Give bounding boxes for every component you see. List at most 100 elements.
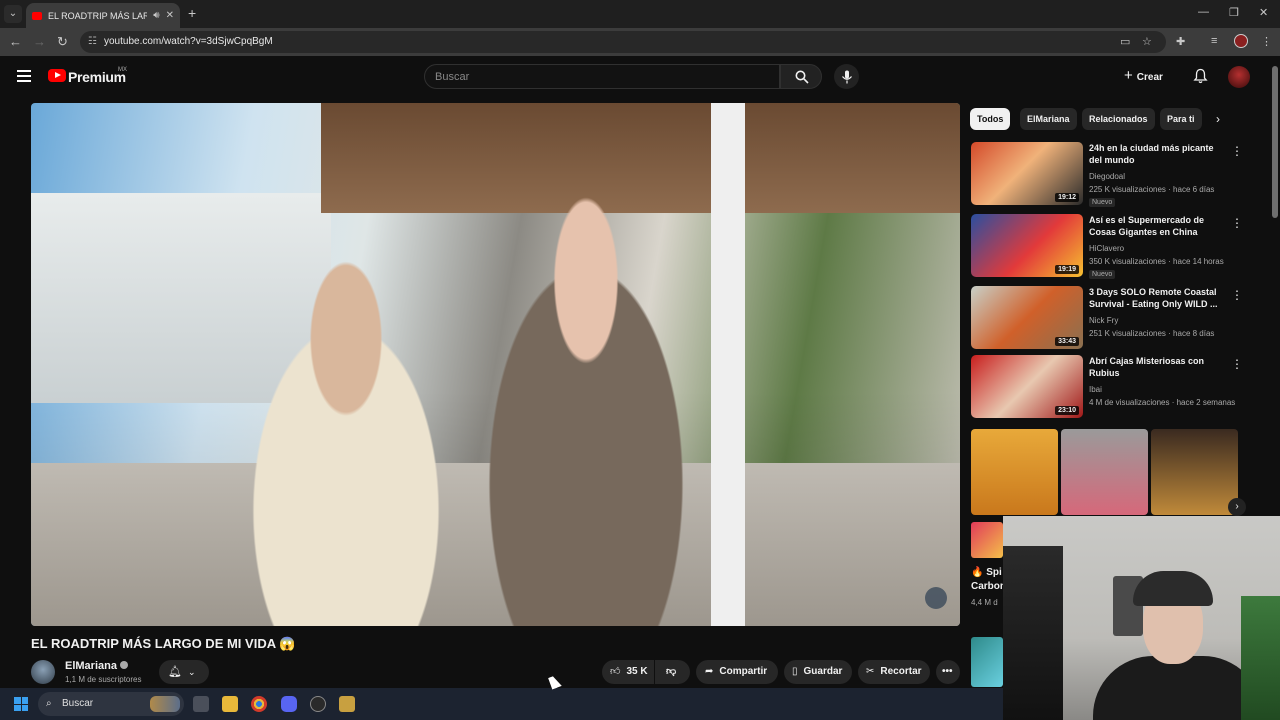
extensions-icon[interactable]: ✚ bbox=[1176, 35, 1185, 48]
recommendation-title[interactable]: 24h en la ciudad más picante del mundo bbox=[1089, 142, 1229, 166]
chevron-right-icon[interactable]: › bbox=[1228, 498, 1246, 516]
chip-elmariana[interactable]: ElMariana bbox=[1020, 108, 1077, 130]
channel-name-row[interactable]: ElMariana bbox=[65, 660, 128, 672]
more-actions-button[interactable]: ••• bbox=[936, 660, 960, 684]
recommendation-channel[interactable]: Diegodoal bbox=[1089, 172, 1125, 181]
thumbs-up-icon: 👍︎ bbox=[610, 666, 621, 677]
app-icon[interactable] bbox=[310, 696, 326, 712]
task-view-icon[interactable] bbox=[193, 696, 209, 712]
tab-title: EL ROADTRIP MÁS LARGO I bbox=[48, 10, 148, 21]
chip-para-ti[interactable]: Para ti bbox=[1160, 108, 1202, 130]
browser-menu-icon[interactable]: ⋮ bbox=[1261, 35, 1272, 48]
chrome-icon[interactable] bbox=[251, 696, 267, 712]
search-button[interactable] bbox=[780, 64, 822, 89]
minimize-icon[interactable]: — bbox=[1198, 6, 1209, 18]
create-button[interactable]: + Crear bbox=[1124, 65, 1163, 87]
recommendation-meta: 4,4 M d bbox=[971, 598, 998, 607]
video-duration: 33:43 bbox=[1055, 337, 1079, 346]
recommendation-item[interactable]: 19:19 Así es el Supermercado de Cosas Gi… bbox=[971, 214, 1266, 279]
menu-icon[interactable] bbox=[17, 70, 31, 82]
recommendation-meta: 4 M de visualizaciones · hace 2 semanas bbox=[1089, 398, 1236, 407]
video-duration: 19:12 bbox=[1055, 193, 1079, 202]
bell-icon: 🔔︎ bbox=[168, 666, 182, 678]
clip-label: Recortar bbox=[880, 666, 922, 677]
short-thumbnail[interactable] bbox=[1151, 429, 1238, 515]
search-input[interactable]: Buscar bbox=[424, 64, 780, 89]
video-duration: 23:10 bbox=[1055, 406, 1079, 415]
save-button[interactable]: ▯ Guardar bbox=[784, 660, 852, 684]
bookmark-star-icon[interactable]: ☆ bbox=[1142, 35, 1152, 48]
recommendation-title[interactable]: Abrí Cajas Misteriosas con Rubius bbox=[1089, 355, 1229, 379]
search-icon bbox=[795, 70, 809, 84]
recommendation-channel[interactable]: Ibai bbox=[1089, 385, 1102, 394]
file-explorer-icon[interactable] bbox=[222, 696, 238, 712]
screen: { "browser": { "tab_title": "EL ROADTRIP… bbox=[0, 0, 1280, 720]
video-thumbnail[interactable]: 19:19 bbox=[971, 214, 1083, 277]
channel-avatar[interactable] bbox=[31, 660, 55, 684]
recommendation-item[interactable]: 33:43 3 Days SOLO Remote Coastal Surviva… bbox=[971, 286, 1266, 350]
subscription-bell-button[interactable]: 🔔︎ ⌄ bbox=[159, 660, 209, 684]
short-thumbnail[interactable] bbox=[971, 429, 1058, 515]
like-count: 35 K bbox=[626, 666, 648, 677]
league-of-legends-icon[interactable] bbox=[339, 696, 355, 712]
close-tab-icon[interactable]: ✕ bbox=[166, 10, 174, 21]
video-player[interactable] bbox=[31, 103, 960, 626]
windows-start-icon[interactable] bbox=[14, 697, 28, 711]
video-thumbnail[interactable] bbox=[971, 637, 1003, 687]
channel-watermark-icon[interactable] bbox=[925, 587, 947, 609]
dislike-button[interactable]: 👎︎ bbox=[655, 660, 690, 684]
browser-tab[interactable]: EL ROADTRIP MÁS LARGO I 🔊︎ ✕ bbox=[26, 3, 180, 28]
like-button[interactable]: 👍︎ 35 K bbox=[602, 660, 654, 684]
recommendation-meta: 350 K visualizaciones · hace 14 horas bbox=[1089, 257, 1224, 266]
webcam-plant bbox=[1241, 596, 1280, 720]
taskbar-search-label: Buscar bbox=[62, 698, 94, 709]
video-thumbnail[interactable]: 23:10 bbox=[971, 355, 1083, 418]
recommendation-item[interactable]: 19:12 24h en la ciudad más picante del m… bbox=[971, 142, 1266, 207]
more-vertical-icon[interactable]: ⋮ bbox=[1231, 144, 1243, 158]
youtube-logo-icon[interactable] bbox=[48, 69, 66, 82]
video-thumbnail[interactable]: 33:43 bbox=[971, 286, 1083, 349]
more-vertical-icon[interactable]: ⋮ bbox=[1231, 216, 1243, 230]
video-thumbnail[interactable]: 19:12 bbox=[971, 142, 1083, 205]
maximize-icon[interactable]: ❐ bbox=[1229, 6, 1239, 19]
short-thumbnail[interactable] bbox=[1061, 429, 1148, 515]
recommendation-item[interactable]: 23:10 Abrí Cajas Misteriosas con Rubius … bbox=[971, 355, 1266, 419]
discord-icon[interactable] bbox=[281, 696, 297, 712]
window-close-icon[interactable]: ✕ bbox=[1259, 6, 1268, 19]
account-avatar[interactable] bbox=[1228, 66, 1250, 88]
forward-icon[interactable]: → bbox=[33, 34, 46, 49]
new-tab-button[interactable]: + bbox=[188, 5, 196, 21]
taskbar-search[interactable]: ⌕ Buscar bbox=[38, 692, 184, 716]
recommendation-title[interactable]: Así es el Supermercado de Cosas Gigantes… bbox=[1089, 214, 1229, 238]
browser-profile-avatar[interactable] bbox=[1234, 34, 1248, 48]
clip-button[interactable]: ✂ Recortar bbox=[858, 660, 930, 684]
verified-badge-icon bbox=[119, 661, 128, 669]
media-control-icon[interactable]: ≡ bbox=[1211, 35, 1217, 47]
video-thumbnail[interactable] bbox=[971, 522, 1003, 558]
recommendation-channel[interactable]: HiClavero bbox=[1089, 244, 1124, 253]
tab-search-button[interactable]: ⌄ bbox=[4, 5, 22, 23]
scrollbar-thumb[interactable] bbox=[1272, 66, 1278, 218]
reload-icon[interactable]: ↻ bbox=[57, 34, 68, 50]
share-button[interactable]: ➦ Compartir bbox=[696, 660, 778, 684]
recommendation-channel[interactable]: Nick Fry bbox=[1089, 316, 1118, 325]
notifications-bell-icon[interactable] bbox=[1193, 68, 1208, 84]
more-vertical-icon[interactable]: ⋮ bbox=[1231, 357, 1243, 371]
video-frame-person-left bbox=[211, 243, 481, 626]
video-duration: 19:19 bbox=[1055, 265, 1079, 274]
site-info-icon[interactable]: ☷ bbox=[88, 31, 97, 53]
back-icon[interactable]: ← bbox=[9, 34, 22, 49]
peek-title-line2: Carbon bbox=[971, 581, 1006, 592]
voice-search-button[interactable] bbox=[834, 64, 859, 89]
url-text: youtube.com/watch?v=3dSjwCpqBgM bbox=[104, 36, 273, 47]
more-vertical-icon[interactable]: ⋮ bbox=[1231, 288, 1243, 302]
chevron-right-icon[interactable]: › bbox=[1216, 112, 1220, 126]
recommendation-title[interactable]: 🔥 Spi Carbon bbox=[971, 566, 1006, 594]
cast-icon[interactable]: ▭ bbox=[1120, 35, 1130, 48]
audio-playing-icon[interactable]: 🔊︎ bbox=[153, 10, 159, 21]
recommendation-title[interactable]: 3 Days SOLO Remote Coastal Survival - Ea… bbox=[1089, 286, 1229, 310]
channel-name[interactable]: ElMariana bbox=[65, 660, 117, 672]
chip-todos[interactable]: Todos bbox=[970, 108, 1011, 130]
chip-relacionados[interactable]: Relacionados bbox=[1082, 108, 1155, 130]
address-bar[interactable]: ☷ youtube.com/watch?v=3dSjwCpqBgM bbox=[80, 31, 1166, 53]
